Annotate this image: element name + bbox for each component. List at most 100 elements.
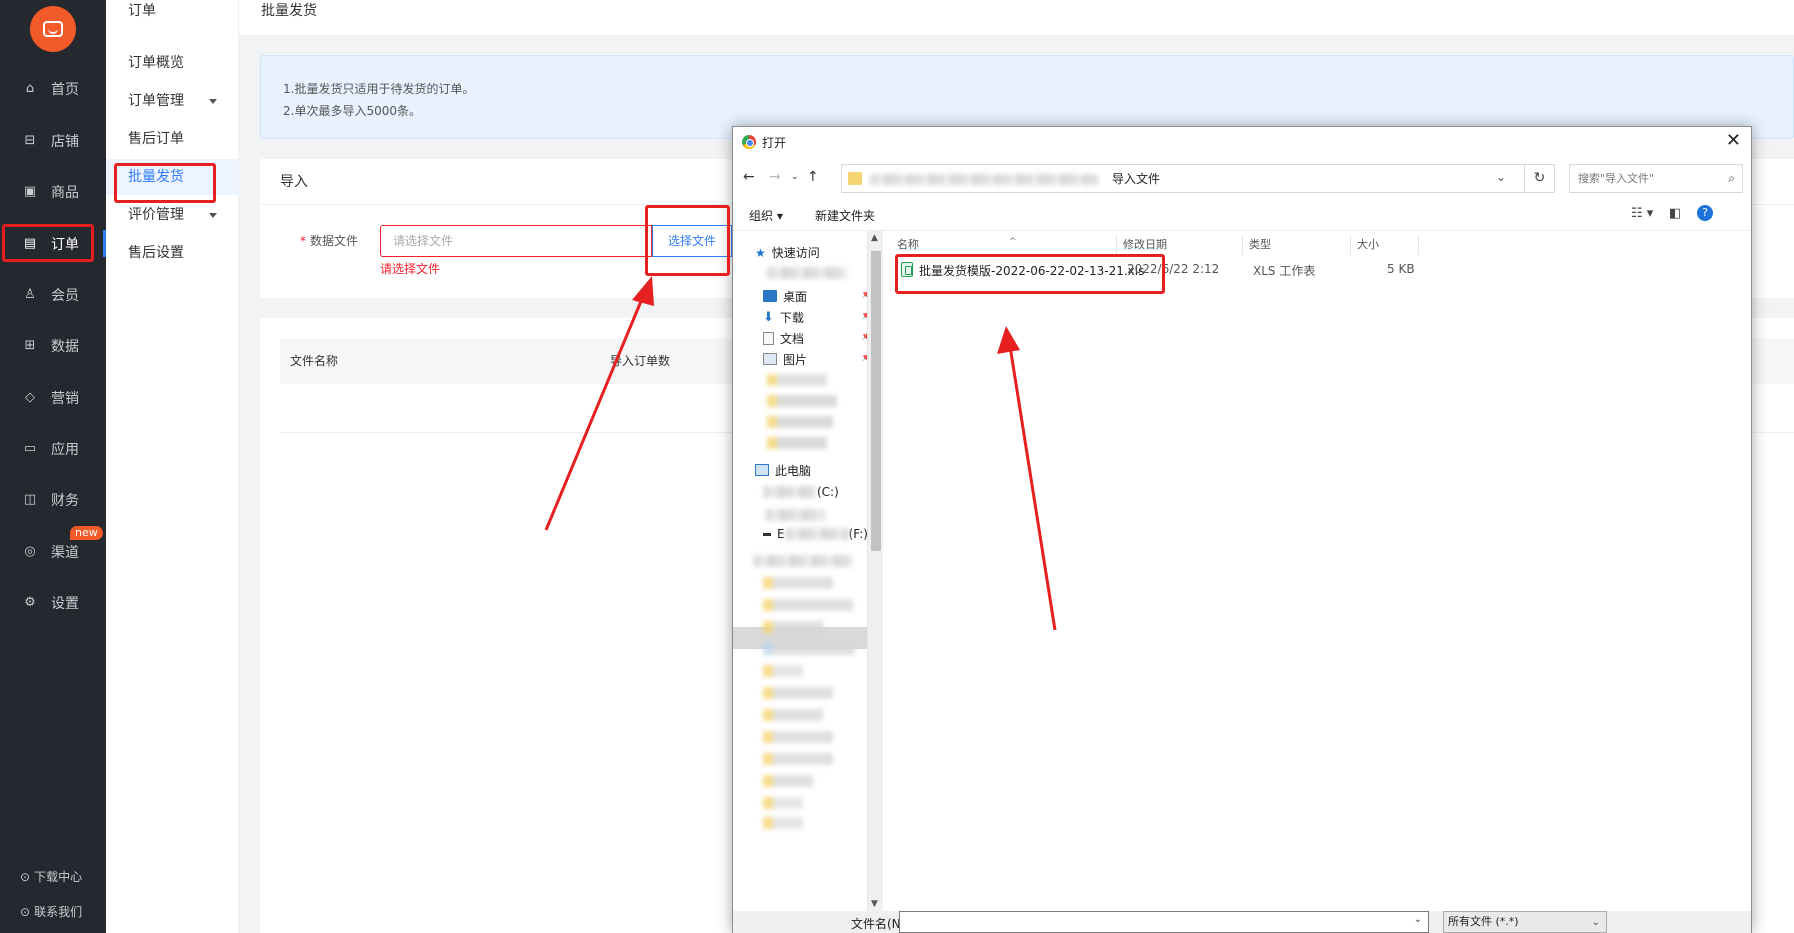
document-icon <box>763 331 774 345</box>
subnav-item-label: 评价管理 <box>128 207 184 223</box>
sidebar-item-finance[interactable]: ◫ 财务 <box>0 474 106 525</box>
goods-icon: ▣ <box>23 184 37 199</box>
nav-pictures-label: 图片 <box>783 352 808 367</box>
new-badge: new <box>70 526 103 540</box>
filetype-select[interactable]: 所有文件 (*.*) ⌄ <box>1443 911 1607 933</box>
sidebar-item-settings[interactable]: ⚙ 设置 <box>0 577 106 628</box>
nav-this-pc-label: 此电脑 <box>775 463 812 478</box>
sidebar-item-label: 渠道 <box>51 544 79 561</box>
blurred-item <box>767 395 837 407</box>
blurred-item <box>763 665 803 677</box>
sidebar-item-apps[interactable]: ▭ 应用 <box>0 423 106 474</box>
column-header-date[interactable]: 修改日期 <box>1117 235 1243 255</box>
blurred-item <box>767 416 833 428</box>
sidebar-item-member[interactable]: ♙ 会员 <box>0 269 106 320</box>
scroll-down-icon[interactable]: ▼ <box>871 899 878 909</box>
organize-button[interactable]: 组织 ▾ <box>749 207 783 224</box>
nav-drive-f[interactable]: E (F:) <box>763 525 867 543</box>
command-bar: 组织 ▾ 新建文件夹 ☷ ▾ ◧ ? <box>733 197 1751 231</box>
column-header-size[interactable]: 大小 <box>1351 235 1419 255</box>
view-options-icon[interactable]: ☷ ▾ <box>1631 206 1653 221</box>
back-arrow-icon[interactable]: ← <box>743 169 755 185</box>
column-header-type[interactable]: 类型 <box>1243 235 1351 255</box>
caret-down-icon <box>209 213 217 218</box>
file-name: 批量发货模版-2022-06-22-02-13-21.xls <box>919 264 1145 278</box>
notice-line-1: 1.批量发货只适用于待发货的订单。 <box>283 82 475 96</box>
blurred-item <box>767 437 827 449</box>
nav-documents[interactable]: 文档 <box>763 329 804 347</box>
computer-icon <box>755 464 769 476</box>
main-sidebar: ⌂ 首页 ⊟ 店铺 ▣ 商品 ▤ 订单 ♙ 会员 ⊞ 数据 ◇ 营销 ▭ 应用 ◫ 财务 ◎ 渠道 … <box>0 0 106 933</box>
blurred-item <box>763 643 855 655</box>
file-path-input[interactable]: 请选择文件 <box>380 225 652 257</box>
nav-pane-scrollbar[interactable]: ▲ ▼ <box>867 231 883 911</box>
dialog-titlebar: 打开 ✕ <box>733 127 1751 157</box>
nav-drive-c[interactable]: (C:) <box>763 483 839 501</box>
forward-arrow-icon[interactable]: → <box>769 169 781 185</box>
scrollbar-thumb[interactable] <box>871 251 881 551</box>
file-row[interactable]: 批量发货模版-2022-06-22-02-13-21.xls 2022/6/22… <box>889 257 1429 283</box>
subnav-item-batch-ship[interactable]: 批量发货 <box>106 159 239 195</box>
subnav-item-order-manage[interactable]: 订单管理 <box>106 83 239 119</box>
nav-quick-access[interactable]: ★ 快速访问 <box>755 243 820 261</box>
app-icon: ▭ <box>23 441 37 456</box>
nav-drive-f-prefix: E <box>777 527 785 541</box>
sidebar-item-shop[interactable]: ⊟ 店铺 <box>0 115 106 166</box>
help-icon[interactable]: ? <box>1697 205 1713 221</box>
file-open-dialog: 打开 ✕ ← → ⌄ ↑ 导入文件 ⌄ ↻ 搜索"导入文件" ⌕ 组织 ▾ 新建文… <box>732 126 1752 933</box>
sidebar-item-goods[interactable]: ▣ 商品 <box>0 166 106 217</box>
app-logo[interactable] <box>30 6 76 52</box>
new-folder-button[interactable]: 新建文件夹 <box>815 207 875 224</box>
channel-icon: ◎ <box>24 544 36 559</box>
subnav-item-after-sales[interactable]: 售后订单 <box>106 121 239 157</box>
refresh-icon[interactable]: ↻ <box>1525 164 1555 193</box>
chrome-icon <box>742 135 756 149</box>
nav-downloads[interactable]: ⬇ 下载 <box>763 308 804 326</box>
sidebar-item-label: 商品 <box>51 184 79 201</box>
file-size: 5 KB <box>1387 262 1415 276</box>
sidebar-item-label: 会员 <box>51 287 79 304</box>
contact-us-link[interactable]: ⊙ 联系我们 <box>20 903 82 920</box>
nav-downloads-label: 下载 <box>779 310 804 325</box>
search-input[interactable]: 搜索"导入文件" ⌕ <box>1569 164 1743 193</box>
blurred-drive-name <box>784 528 849 540</box>
nav-desktop[interactable]: 桌面 <box>763 287 807 305</box>
subnav-item-overview[interactable]: 订单概览 <box>106 45 239 81</box>
sidebar-item-data[interactable]: ⊞ 数据 <box>0 320 106 371</box>
filename-input[interactable]: ⌄ <box>899 911 1429 933</box>
subnav-item-reviews[interactable]: 评价管理 <box>106 197 239 233</box>
sidebar-item-label: 营销 <box>51 390 79 407</box>
column-header-name[interactable]: ^ 名称 <box>891 235 1117 255</box>
address-row: ← → ⌄ ↑ 导入文件 ⌄ ↻ 搜索"导入文件" ⌕ <box>733 157 1751 197</box>
address-current-folder: 导入文件 <box>1112 172 1161 186</box>
subnav-item-label: 订单管理 <box>128 93 184 109</box>
close-icon[interactable]: ✕ <box>1726 131 1741 151</box>
address-bar[interactable]: 导入文件 ⌄ <box>841 164 1525 193</box>
sidebar-item-orders[interactable]: ▤ 订单 <box>0 218 106 269</box>
caret-down-icon <box>209 99 217 104</box>
shop-icon: ⊟ <box>24 133 36 148</box>
search-placeholder: 搜索"导入文件" <box>1578 172 1655 185</box>
subnav-item-after-sales-settings[interactable]: 售后设置 <box>106 235 239 271</box>
chevron-down-icon[interactable]: ⌄ <box>1496 170 1506 184</box>
up-arrow-icon[interactable]: ↑ <box>807 169 819 185</box>
sidebar-item-label: 首页 <box>51 81 79 98</box>
sidebar-item-home[interactable]: ⌂ 首页 <box>0 63 106 114</box>
preview-pane-icon[interactable]: ◧ <box>1669 206 1681 221</box>
nav-this-pc[interactable]: 此电脑 <box>755 461 811 479</box>
blurred-item <box>767 267 847 279</box>
download-center-link[interactable]: ⊙ 下载中心 <box>20 868 82 885</box>
desktop-icon <box>763 290 777 302</box>
required-mark: * <box>300 234 306 248</box>
scroll-up-icon[interactable]: ▲ <box>871 233 878 243</box>
drive-icon <box>763 532 771 536</box>
sidebar-item-label: 应用 <box>51 441 79 458</box>
blurred-item <box>763 731 833 743</box>
file-list-pane: ^ 名称 修改日期 类型 大小 批量发货模版-2022-06-22-02-13-2… <box>883 231 1751 911</box>
nav-pictures[interactable]: 图片 <box>763 350 807 368</box>
recent-locations-chevron-icon[interactable]: ⌄ <box>791 172 799 182</box>
nav-quick-access-label: 快速访问 <box>771 245 820 260</box>
chevron-down-icon[interactable]: ⌄ <box>1414 914 1422 925</box>
choose-file-button[interactable]: 选择文件 <box>652 225 732 257</box>
sidebar-item-marketing[interactable]: ◇ 营销 <box>0 372 106 423</box>
